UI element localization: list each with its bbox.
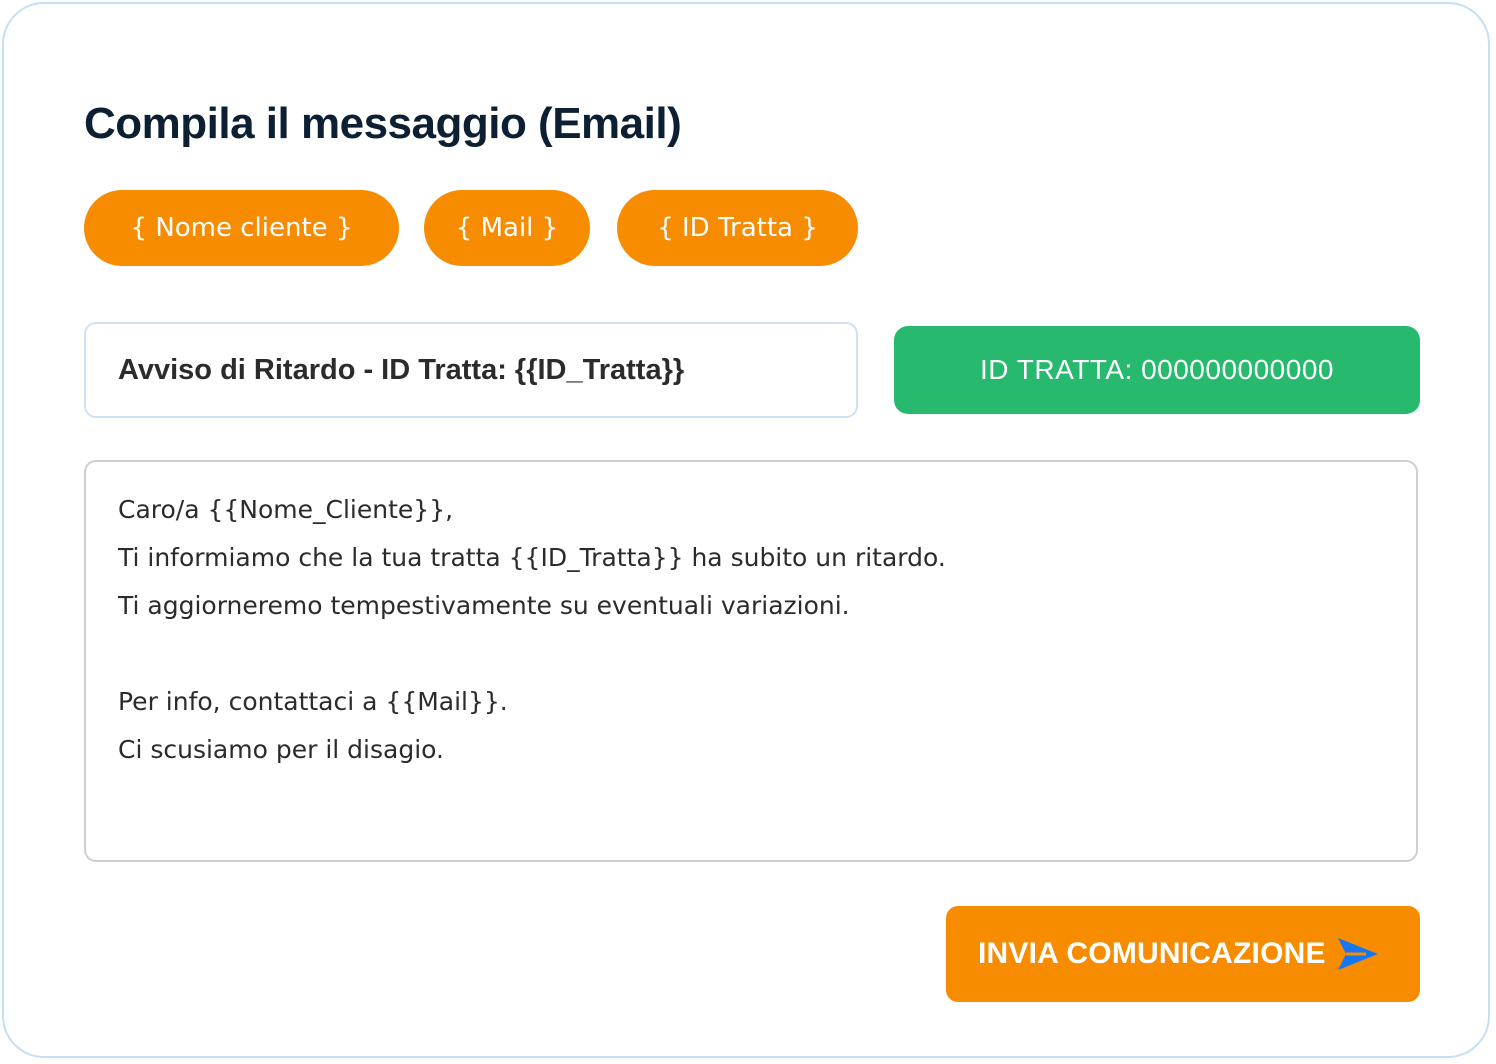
- message-line: Per info, contattaci a {{Mail}}.: [118, 687, 508, 716]
- insert-nome-cliente-chip[interactable]: { Nome cliente }: [84, 190, 399, 266]
- message-line-blank: [118, 630, 1384, 678]
- message-line: Ci scusiamo per il disagio.: [118, 735, 444, 764]
- send-communication-button[interactable]: INVIA COMUNICAZIONE: [946, 906, 1420, 1002]
- send-button-label: INVIA COMUNICAZIONE: [978, 937, 1326, 970]
- message-line: Caro/a {{Nome_Cliente}},: [118, 495, 454, 524]
- subject-input[interactable]: [84, 322, 858, 418]
- compose-card: Compila il messaggio (Email) { Nome clie…: [2, 2, 1490, 1058]
- message-body-textarea[interactable]: Caro/a {{Nome_Cliente}}, Ti informiamo c…: [84, 460, 1418, 862]
- page-title: Compila il messaggio (Email): [84, 99, 682, 148]
- message-line: Ti informiamo che la tua tratta {{ID_Tra…: [118, 543, 946, 572]
- message-line: Ti aggiorneremo tempestivamente su event…: [118, 591, 850, 620]
- send-icon: [1338, 938, 1378, 970]
- insert-id-tratta-chip[interactable]: { ID Tratta }: [617, 190, 858, 266]
- id-tratta-badge: ID TRATTA: 000000000000: [894, 326, 1420, 414]
- insert-mail-chip[interactable]: { Mail }: [424, 190, 590, 266]
